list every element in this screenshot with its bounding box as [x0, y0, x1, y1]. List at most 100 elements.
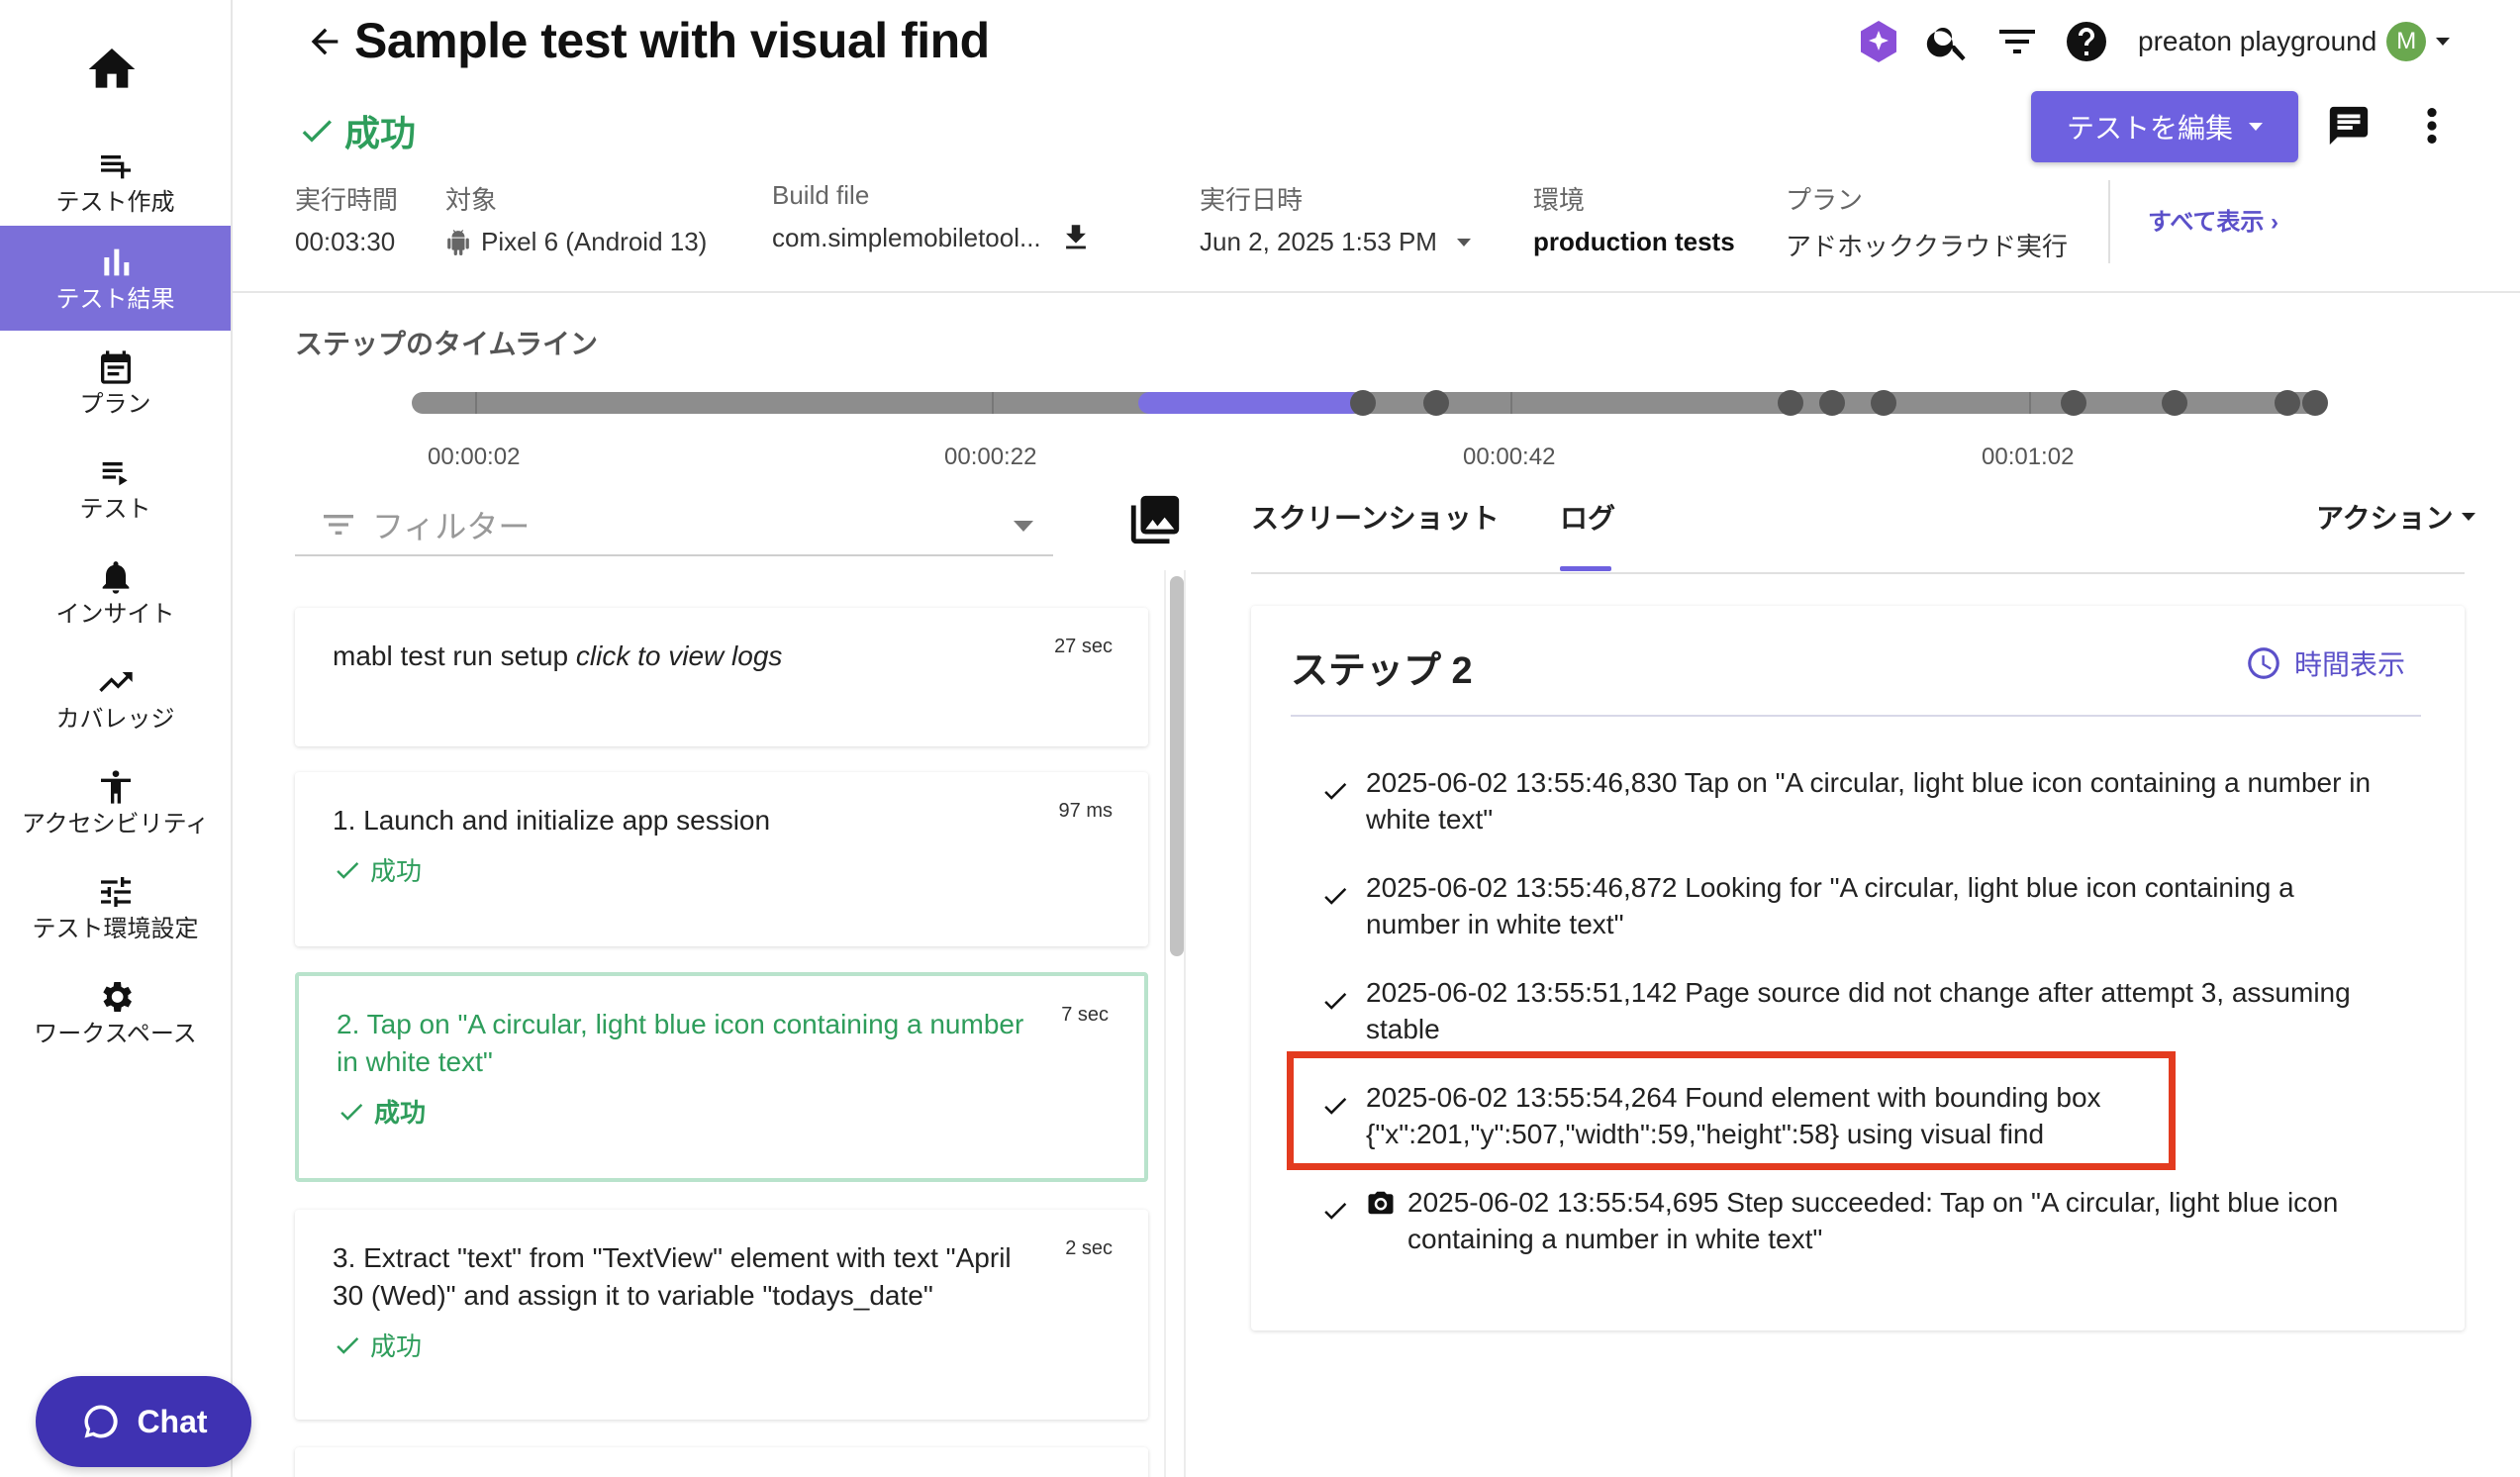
- highlight-annotation-box: [1287, 1051, 2176, 1170]
- sidebar-item-create-test[interactable]: テスト作成: [0, 129, 231, 234]
- tune-icon: [100, 877, 131, 907]
- timeline-step-marker[interactable]: [1423, 390, 1449, 416]
- step-status: 成功: [333, 1327, 1111, 1363]
- step-card-3[interactable]: 3. Extract "text" from "TextView" elemen…: [295, 1210, 1148, 1420]
- help-icon[interactable]: [2063, 18, 2110, 65]
- timeline-step-marker[interactable]: [2061, 390, 2086, 416]
- check-icon: [337, 1336, 359, 1354]
- step-duration: 2 sec: [1065, 1237, 1113, 1259]
- step-title: mabl test run setup click to view logs: [333, 638, 1025, 675]
- page-title: Sample test with visual find: [354, 13, 990, 68]
- search-icon[interactable]: [1924, 18, 1972, 65]
- panel-divider: [1184, 570, 1186, 1477]
- meta-value: アドホッククラウド実行: [1786, 232, 2068, 261]
- meta-build-file: Build file com.simplemobiletool...: [772, 180, 1093, 254]
- sidebar-item-workspace[interactable]: ワークスペース: [0, 960, 231, 1065]
- step-title-text: mabl test run setup: [333, 640, 569, 671]
- sidebar-item-test-results[interactable]: テスト結果: [0, 226, 231, 331]
- accessibility-icon: [100, 770, 131, 804]
- run-date-select[interactable]: Jun 2, 2025 1:53 PM: [1200, 227, 1471, 257]
- bar-chart-icon: [103, 248, 129, 276]
- step-status: 成功: [337, 1093, 1107, 1130]
- meta-label: 実行日時: [1200, 185, 1304, 215]
- timeline-tick: [992, 392, 994, 414]
- chevron-down-icon: [1014, 521, 1033, 532]
- android-icon: [447, 229, 469, 255]
- timeline-tick-label: 00:00:22: [944, 443, 1037, 470]
- edit-test-button[interactable]: テストを編集: [2031, 91, 2298, 162]
- time-display-toggle[interactable]: 時間表示: [2245, 643, 2405, 683]
- timeline-tick: [475, 392, 477, 414]
- photo-library-icon[interactable]: [1126, 491, 1184, 548]
- account-menu[interactable]: preaton playground M: [2138, 22, 2451, 61]
- meta-value-row: Pixel 6 (Android 13): [445, 227, 707, 257]
- playlist-add-icon: [100, 155, 131, 179]
- ai-assistant-icon[interactable]: [1855, 18, 1902, 65]
- more-vertical-icon[interactable]: [2415, 103, 2449, 148]
- meta-plan: プラン アドホッククラウド実行: [1786, 180, 2068, 263]
- meta-label: Build file: [772, 180, 870, 210]
- meta-value: com.simplemobiletool...: [772, 222, 1041, 252]
- sidebar-item-environment-settings[interactable]: テスト環境設定: [0, 855, 231, 960]
- show-all-link[interactable]: すべて表示 ›: [2148, 202, 2278, 237]
- actions-menu[interactable]: アクション: [2316, 497, 2475, 537]
- chat-button[interactable]: Chat: [36, 1376, 251, 1467]
- step-title: 1. Launch and initialize app session: [333, 805, 771, 836]
- sidebar-item-accessibility[interactable]: アクセシビリティ: [0, 750, 231, 855]
- step-card-setup[interactable]: mabl test run setup click to view logs 2…: [295, 608, 1148, 746]
- sidebar-item-tests[interactable]: テスト: [0, 436, 231, 541]
- step-status: 成功: [333, 851, 1111, 888]
- step-title: 2. Tap on "A circular, light blue icon c…: [337, 1009, 1024, 1077]
- step-card-next[interactable]: [295, 1447, 1148, 1477]
- step-filter-select[interactable]: フィルター: [295, 495, 1053, 556]
- step-status-label: 成功: [370, 856, 423, 886]
- trending-up-icon: [98, 672, 133, 692]
- step-card-2[interactable]: 2. Tap on "A circular, light blue icon c…: [295, 972, 1148, 1182]
- view-logs-link[interactable]: click to view logs: [576, 640, 783, 671]
- log-entry: 2025-06-02 13:55:54,695 Step succeeded: …: [1320, 1184, 2389, 1257]
- log-divider: [1291, 715, 2421, 717]
- tab-log[interactable]: ログ: [1560, 497, 1615, 537]
- timeline-step-marker[interactable]: [1819, 390, 1845, 416]
- timeline-step-marker[interactable]: [1350, 390, 1376, 416]
- timeline-tick: [1510, 392, 1512, 414]
- timeline-step-marker[interactable]: [1778, 390, 1803, 416]
- timeline-step-marker[interactable]: [2275, 390, 2300, 416]
- check-icon: [1324, 993, 1347, 1010]
- log-entry: 2025-06-02 13:55:51,142 Page source did …: [1320, 974, 2389, 1047]
- header-divider: [233, 291, 2520, 293]
- comment-icon[interactable]: [2326, 103, 2372, 148]
- timeline-step-marker[interactable]: [2302, 390, 2328, 416]
- sidebar-item-coverage[interactable]: カバレッジ: [0, 645, 231, 750]
- chevron-down-icon: [2249, 123, 2263, 131]
- step-card-1[interactable]: 1. Launch and initialize app session 97 …: [295, 772, 1148, 946]
- sidebar-item-insights[interactable]: インサイト: [0, 541, 231, 645]
- step-duration: 7 sec: [1061, 1004, 1109, 1026]
- back-arrow-icon[interactable]: [305, 22, 344, 61]
- step-title: 3. Extract "text" from "TextView" elemen…: [333, 1242, 1012, 1311]
- check-icon: [340, 1103, 363, 1121]
- meta-target: 対象 Pixel 6 (Android 13): [445, 180, 707, 257]
- timeline-step-marker[interactable]: [2162, 390, 2187, 416]
- download-icon[interactable]: [1059, 221, 1093, 254]
- run-status: 成功: [297, 105, 416, 156]
- step-list-scrollbar[interactable]: [1164, 570, 1186, 1477]
- sidebar-item-plans[interactable]: プラン: [0, 331, 231, 436]
- timeline-tick-label: 00:00:02: [428, 443, 521, 470]
- camera-icon[interactable]: [1366, 1188, 1396, 1218]
- avatar: M: [2386, 22, 2427, 61]
- sidebar-item-label: テスト: [79, 496, 151, 523]
- tab-screenshot[interactable]: スクリーンショット: [1251, 497, 1500, 537]
- sidebar-item-label: アクセシビリティ: [21, 811, 210, 837]
- step-status-label: 成功: [370, 1331, 423, 1361]
- home-icon[interactable]: [81, 42, 143, 97]
- scrollbar-thumb[interactable]: [1170, 576, 1184, 956]
- actions-label: アクション: [2316, 503, 2454, 534]
- log-entry-text: 2025-06-02 13:55:51,142 Page source did …: [1366, 977, 2351, 1044]
- sidebar-item-label: ワークスペース: [34, 1021, 197, 1047]
- timeline-step-marker[interactable]: [1871, 390, 1896, 416]
- timeline-selected-segment[interactable]: [1138, 392, 1362, 414]
- filter-icon[interactable]: [1993, 18, 2041, 65]
- meta-label: 環境: [1533, 185, 1586, 215]
- check-icon: [1324, 1203, 1347, 1220]
